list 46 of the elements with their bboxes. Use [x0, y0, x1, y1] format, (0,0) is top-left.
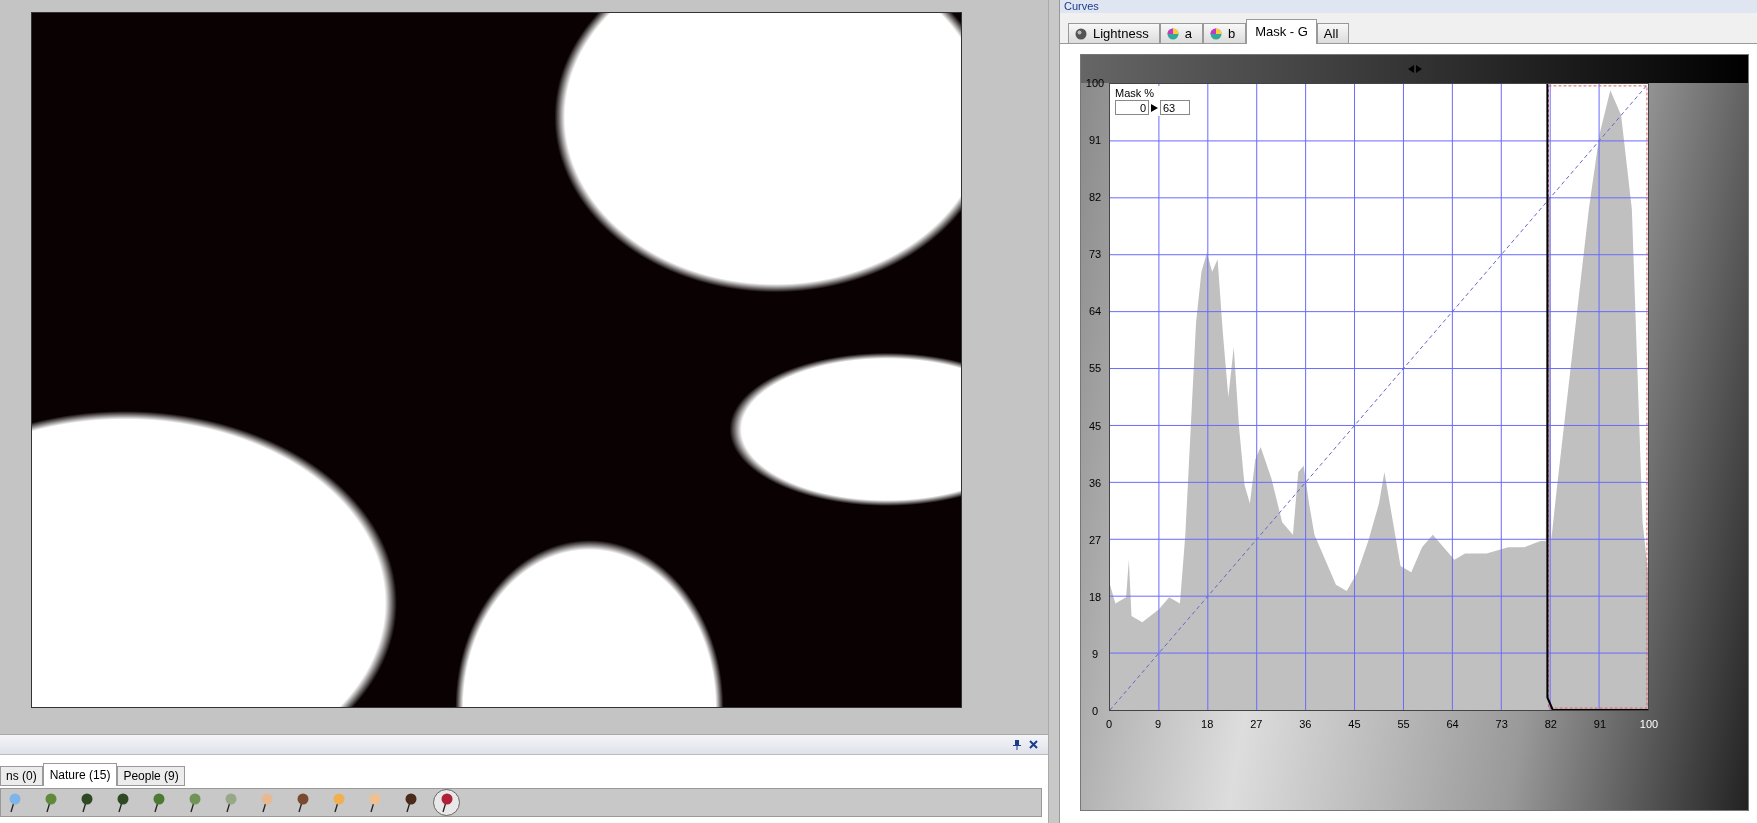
category-tab[interactable]: Nature (15)	[42, 763, 118, 786]
axis-label: 64	[1088, 305, 1102, 318]
double-arrow-icon[interactable]	[1407, 65, 1422, 73]
axis-label: 27	[1088, 533, 1102, 546]
panel-title: Curves	[1060, 0, 1757, 13]
axis-label: 55	[1088, 362, 1102, 375]
axis-label: 27	[1250, 718, 1263, 730]
axis-label: 91	[1593, 718, 1607, 730]
axis-label: 100	[1639, 718, 1659, 730]
channel-tab[interactable]: Mask - G	[1246, 19, 1317, 44]
sphere-icon	[1209, 27, 1222, 40]
axis-label: 18	[1201, 718, 1214, 730]
category-tab[interactable]: People (9)	[117, 766, 185, 786]
pin-button[interactable]	[433, 789, 460, 816]
curve-plot[interactable]: Mask % 0 63	[1109, 83, 1649, 711]
axis-label: 64	[1446, 718, 1459, 730]
axis-label: 0	[1105, 718, 1113, 730]
channel-tab[interactable]: a	[1159, 23, 1203, 43]
mask-from-field[interactable]: 0	[1115, 100, 1149, 115]
axis-label: 91	[1088, 134, 1102, 147]
axis-label: 36	[1088, 476, 1102, 489]
axis-label: 100	[1085, 77, 1105, 89]
axis-label: 9	[1091, 647, 1099, 660]
sphere-icon	[1075, 27, 1087, 40]
channel-tab[interactable]: b	[1202, 23, 1247, 43]
pin-icon[interactable]	[1013, 739, 1021, 750]
category-tab[interactable]: ns (0)	[0, 766, 43, 786]
axis-label: 45	[1088, 419, 1102, 432]
axis-label: 82	[1544, 718, 1557, 730]
close-icon[interactable]	[1029, 740, 1038, 749]
axis-label: 36	[1299, 718, 1312, 730]
channel-tab[interactable]: All	[1316, 23, 1350, 43]
sphere-icon	[1166, 27, 1179, 40]
channel-tab[interactable]: Lightness	[1068, 23, 1160, 43]
play-icon	[1151, 103, 1158, 112]
mask-to-field[interactable]: 63	[1160, 100, 1190, 115]
axis-label: 0	[1091, 705, 1099, 717]
mask-label: Mask %	[1115, 87, 1156, 99]
axis-label: 45	[1348, 718, 1361, 730]
axis-label: 73	[1495, 718, 1508, 730]
axis-label: 82	[1088, 191, 1102, 204]
axis-label: 55	[1397, 718, 1410, 730]
axis-label: 73	[1088, 248, 1102, 261]
mask-curve-drawing[interactable]	[1546, 84, 1648, 710]
axis-label: 9	[1155, 718, 1162, 730]
axis-label: 18	[1088, 590, 1102, 603]
